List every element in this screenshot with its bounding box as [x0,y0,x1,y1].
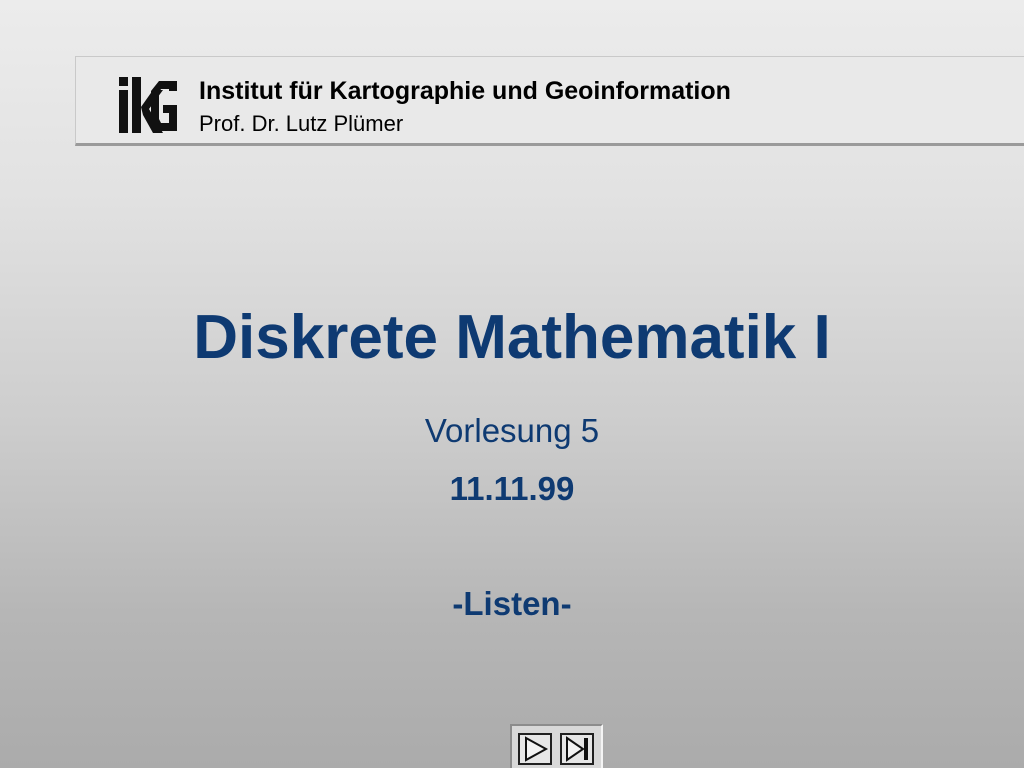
skip-to-end-icon [566,736,588,762]
slide-title: Diskrete Mathematik I [193,303,831,372]
lecture-topic: -Listen- [452,585,572,622]
institute-header: Institut für Kartographie und Geoinforma… [75,56,1024,146]
lecture-number: Vorlesung 5 [424,412,600,449]
institute-name: Institut für Kartographie und Geoinforma… [199,77,731,105]
last-slide-button[interactable] [560,733,594,765]
next-slide-button[interactable] [518,733,552,765]
slide-navigation [510,724,603,768]
ikg-logo-icon [119,77,177,133]
play-next-icon [525,736,549,762]
professor-name: Prof. Dr. Lutz Plümer [199,111,404,136]
lecture-date: 11.11.99 [449,470,575,507]
